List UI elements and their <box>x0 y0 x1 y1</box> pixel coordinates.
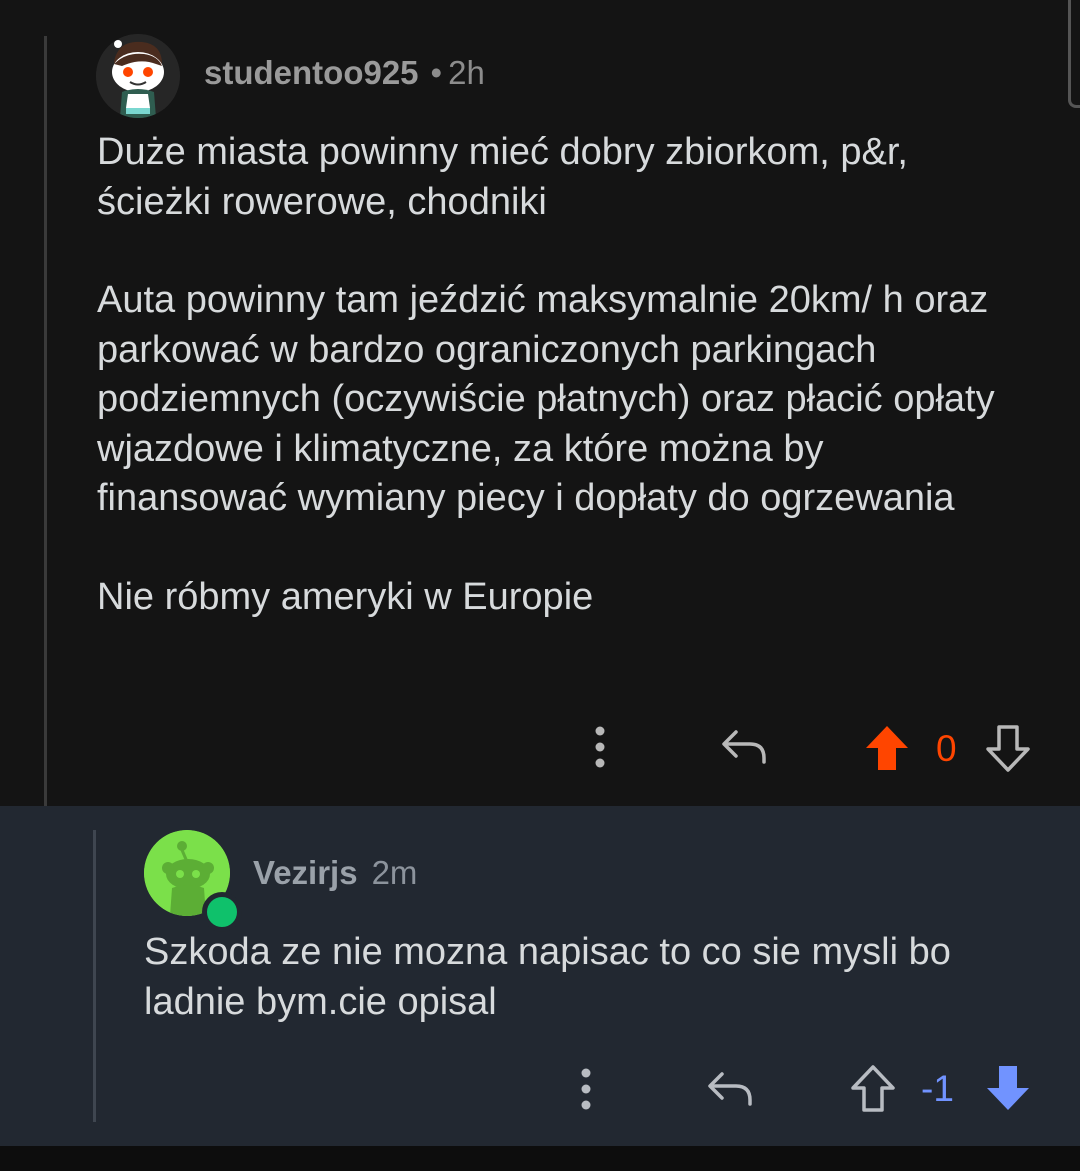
vote-score: 0 <box>936 728 957 769</box>
bottom-bar <box>0 1146 1080 1171</box>
comment-paragraph: Auta powinny tam jeździć maksymalnie 20k… <box>97 279 995 519</box>
reply-icon[interactable] <box>720 726 768 766</box>
timestamp: 2h <box>448 54 485 91</box>
comment-body: Duże miasta powinny mieć dobry zbiorkom,… <box>97 128 1017 622</box>
author-name[interactable]: Vezirjs <box>253 854 358 891</box>
separator-dot: • <box>430 54 443 91</box>
comment: studentoo925 • 2h Duże miasta powinny mieć… <box>0 0 1080 806</box>
comment-thread: studentoo925 • 2h Duże miasta powinny mieć… <box>0 0 1080 1171</box>
comment-actions: -1 <box>0 1058 1080 1118</box>
more-vertical-icon[interactable] <box>581 1068 591 1110</box>
downvote-arrow-icon[interactable] <box>985 724 1031 772</box>
upvote-arrow-icon[interactable] <box>850 1064 896 1112</box>
downvote-arrow-icon[interactable] <box>985 1064 1031 1112</box>
comment-body: Szkoda ze nie mozna napisac to co sie my… <box>144 928 1044 1027</box>
snoo-avatar-icon <box>96 34 180 118</box>
author-name[interactable]: studentoo925 <box>204 54 419 91</box>
comment-meta: studentoo925 • 2h <box>204 54 485 92</box>
comment-actions: 0 <box>0 716 1080 776</box>
online-status-indicator <box>202 892 242 932</box>
reply-icon[interactable] <box>706 1068 754 1108</box>
vote-score: -1 <box>921 1068 954 1109</box>
more-vertical-icon[interactable] <box>595 726 605 768</box>
timestamp: 2m <box>371 854 418 891</box>
upvote-arrow-icon[interactable] <box>864 724 910 772</box>
comment-paragraph: Duże miasta powinny mieć dobry zbiorkom,… <box>97 131 908 223</box>
comment-paragraph: Szkoda ze nie mozna napisac to co sie my… <box>144 931 951 1023</box>
avatar[interactable] <box>96 34 180 118</box>
comment-meta: Vezirjs 2m <box>253 854 417 892</box>
comment-paragraph: Nie róbmy ameryki w Europie <box>97 575 594 618</box>
